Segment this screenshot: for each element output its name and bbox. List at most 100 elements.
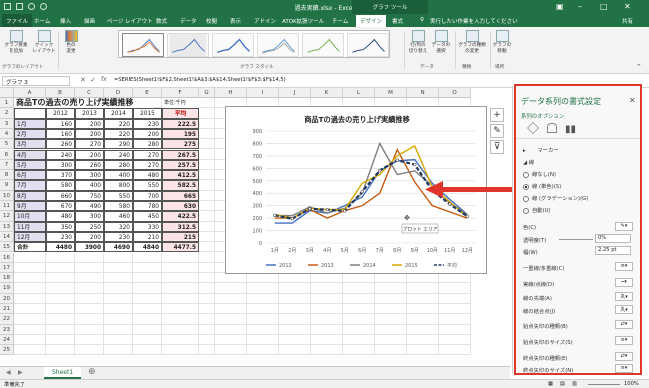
quick-layout-button[interactable]: クイック レイアウト bbox=[31, 30, 57, 55]
row-header[interactable]: 17 bbox=[0, 262, 14, 274]
chart-styles-gallery[interactable] bbox=[118, 30, 390, 58]
table-header[interactable] bbox=[14, 108, 46, 119]
grid-cell[interactable] bbox=[407, 324, 439, 335]
row-header[interactable]: 4 bbox=[0, 128, 14, 140]
formula-input[interactable]: =SERIES(Sheet1!$F$2,Sheet1!$A$3:$A$14,Sh… bbox=[114, 77, 286, 83]
table-cell[interactable]: 230 bbox=[104, 231, 133, 243]
table-cell[interactable]: 300 bbox=[46, 159, 75, 171]
grid-cell[interactable] bbox=[199, 108, 215, 119]
change-chart-type-button[interactable]: グラフの種類 の変更 bbox=[456, 30, 488, 55]
tab-atok[interactable]: ATOK拡張ツール bbox=[282, 17, 324, 25]
grid-cell[interactable] bbox=[75, 262, 104, 274]
month-label[interactable]: 2月 bbox=[14, 128, 46, 140]
add-chart-element-button[interactable]: グラフ要素 を追加 bbox=[2, 30, 30, 55]
grid-cell[interactable] bbox=[439, 334, 471, 346]
table-header[interactable]: 2013 bbox=[75, 108, 104, 119]
table-cell[interactable]: 800 bbox=[104, 180, 133, 191]
grid-cell[interactable] bbox=[311, 314, 343, 325]
chart-style-thumb[interactable] bbox=[167, 33, 209, 57]
grid-cell[interactable] bbox=[439, 314, 471, 325]
grid-cell[interactable] bbox=[343, 334, 375, 346]
table-cell[interactable]: 582.5 bbox=[162, 180, 199, 191]
row-header[interactable]: 11 bbox=[0, 201, 14, 212]
close-icon[interactable]: ✕ bbox=[624, 2, 631, 11]
grid-cell[interactable] bbox=[133, 252, 162, 263]
search-tell-me[interactable]: 実行したい作業を入力してください bbox=[430, 17, 518, 25]
grid-cell[interactable] bbox=[343, 293, 375, 304]
grid-cell[interactable] bbox=[439, 345, 471, 356]
grid-cell[interactable] bbox=[215, 283, 247, 294]
table-cell[interactable]: 290 bbox=[104, 139, 133, 150]
grid-cell[interactable] bbox=[133, 345, 162, 356]
grid-cell[interactable] bbox=[162, 304, 199, 315]
row-header[interactable]: 3 bbox=[0, 118, 14, 129]
grid-cell[interactable] bbox=[104, 283, 133, 294]
table-cell[interactable]: 195 bbox=[162, 128, 199, 140]
table-cell[interactable]: 270 bbox=[75, 139, 104, 150]
grid-cell[interactable] bbox=[375, 345, 407, 356]
grid-cell[interactable] bbox=[104, 334, 133, 346]
grid-cell[interactable] bbox=[279, 314, 311, 325]
grid-cell[interactable] bbox=[104, 304, 133, 315]
table-cell[interactable]: 270 bbox=[133, 159, 162, 171]
grid-cell[interactable] bbox=[14, 262, 46, 274]
grid-cell[interactable] bbox=[14, 273, 46, 284]
table-cell[interactable]: 630 bbox=[162, 201, 199, 212]
add-sheet-icon[interactable]: ⊕ bbox=[88, 367, 96, 377]
grid-cell[interactable] bbox=[133, 293, 162, 304]
table-cell[interactable]: 480 bbox=[46, 211, 75, 222]
minimize-icon[interactable]: – bbox=[578, 2, 582, 11]
grid-cell[interactable] bbox=[104, 314, 133, 325]
table-cell[interactable]: 780 bbox=[133, 201, 162, 212]
grid-cell[interactable] bbox=[199, 324, 215, 335]
table-cell[interactable]: 200 bbox=[75, 118, 104, 129]
grid-cell[interactable] bbox=[199, 304, 215, 315]
column-header[interactable]: G bbox=[199, 88, 215, 98]
grid-cell[interactable] bbox=[75, 345, 104, 356]
grid-cell[interactable] bbox=[199, 118, 215, 129]
grid-cell[interactable] bbox=[439, 324, 471, 335]
column-header[interactable]: E bbox=[133, 88, 162, 98]
table-cell[interactable]: 200 bbox=[133, 128, 162, 140]
grid-cell[interactable] bbox=[199, 170, 215, 181]
grid-cell[interactable] bbox=[215, 293, 247, 304]
row-header[interactable]: 24 bbox=[0, 334, 14, 346]
grid-cell[interactable] bbox=[104, 273, 133, 284]
grid-cell[interactable] bbox=[199, 283, 215, 294]
column-header[interactable]: L bbox=[343, 88, 375, 98]
total-cell[interactable]: 4690 bbox=[104, 242, 133, 253]
column-header[interactable]: O bbox=[439, 88, 471, 98]
grid-cell[interactable] bbox=[75, 324, 104, 335]
grid-cell[interactable] bbox=[75, 252, 104, 263]
table-cell[interactable]: 580 bbox=[46, 180, 75, 191]
table-cell[interactable]: 550 bbox=[104, 190, 133, 201]
tab-view[interactable]: 表示 bbox=[230, 17, 241, 25]
grid-cell[interactable] bbox=[375, 324, 407, 335]
grid-cell[interactable] bbox=[407, 314, 439, 325]
grid-cell[interactable] bbox=[162, 334, 199, 346]
grid-cell[interactable] bbox=[14, 334, 46, 346]
chart-style-thumb[interactable] bbox=[302, 33, 344, 57]
row-header[interactable]: 13 bbox=[0, 221, 14, 232]
table-cell[interactable]: 450 bbox=[133, 211, 162, 222]
grid-cell[interactable] bbox=[199, 242, 215, 253]
grid-cell[interactable] bbox=[46, 252, 75, 263]
row-header[interactable]: 20 bbox=[0, 293, 14, 304]
tab-draw[interactable]: 描画 bbox=[84, 17, 95, 25]
grid-cell[interactable] bbox=[199, 221, 215, 232]
chart-elements-plus-icon[interactable]: + bbox=[490, 108, 504, 122]
grid-cell[interactable] bbox=[375, 283, 407, 294]
grid-cell[interactable] bbox=[247, 293, 279, 304]
cancel-icon[interactable]: ✕ bbox=[80, 76, 86, 84]
grid-cell[interactable] bbox=[247, 283, 279, 294]
selection-handle[interactable] bbox=[413, 162, 417, 167]
grid-cell[interactable] bbox=[407, 293, 439, 304]
column-header[interactable]: J bbox=[279, 88, 311, 98]
grid-cell[interactable] bbox=[14, 283, 46, 294]
grid-cell[interactable] bbox=[14, 314, 46, 325]
table-cell[interactable]: 200 bbox=[75, 128, 104, 140]
grid-cell[interactable] bbox=[199, 252, 215, 263]
table-cell[interactable]: 230 bbox=[46, 231, 75, 243]
grid-cell[interactable] bbox=[162, 283, 199, 294]
grid-cell[interactable] bbox=[46, 334, 75, 346]
